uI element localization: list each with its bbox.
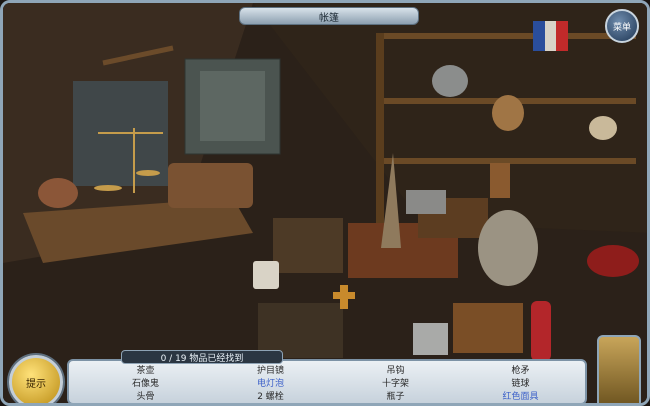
hidden-object-scene[interactable] — [3, 3, 650, 406]
tool-slot[interactable] — [597, 335, 641, 403]
menu-button-label: 菜单 — [612, 22, 631, 33]
list-item[interactable]: 红色面具 — [458, 391, 583, 403]
menu-button[interactable]: 菜单 — [605, 9, 639, 43]
list-item[interactable]: 护目镜 — [208, 365, 333, 377]
list-item[interactable]: 头骨 — [83, 391, 208, 403]
list-item[interactable]: 石像鬼 — [83, 378, 208, 390]
list-item[interactable]: 链球 — [458, 378, 583, 390]
game-frame: 帐篷 菜单 0 / 19 物品已经找到 茶壶 护目镜 吊钩 枪矛 石像鬼 电灯泡… — [0, 0, 650, 406]
found-counter-text: 0 / 19 物品已经找到 — [160, 353, 244, 364]
list-item[interactable]: 十字架 — [333, 378, 458, 390]
list-item[interactable]: 茶壶 — [83, 365, 208, 377]
list-item[interactable]: 电灯泡 — [208, 378, 333, 390]
list-item[interactable]: 瓶子 — [333, 391, 458, 403]
list-item[interactable]: 枪矛 — [458, 365, 583, 377]
item-list: 茶壶 护目镜 吊钩 枪矛 石像鬼 电灯泡 十字架 链球 头骨 2 螺栓 瓶子 红… — [83, 365, 583, 403]
hint-button[interactable]: 提示 — [9, 355, 63, 403]
hint-button-label: 提示 — [26, 378, 46, 390]
scene-title: 帐篷 — [239, 7, 419, 25]
found-counter: 0 / 19 物品已经找到 — [121, 350, 283, 364]
list-item[interactable]: 2 螺栓 — [208, 391, 333, 403]
scene-title-text: 帐篷 — [319, 12, 339, 24]
list-item[interactable]: 吊钩 — [333, 365, 458, 377]
